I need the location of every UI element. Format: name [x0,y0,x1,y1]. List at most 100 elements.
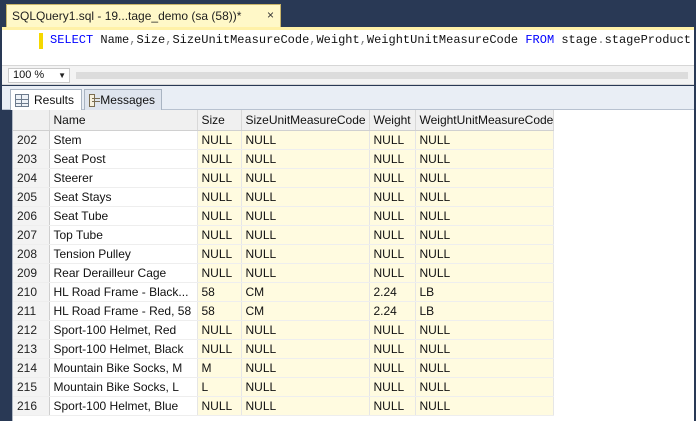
table-cell[interactable]: NULL [241,225,370,245]
column-header-size[interactable]: Size [197,110,242,131]
table-cell[interactable]: Seat Stays [49,187,198,207]
table-cell[interactable]: NULL [369,396,416,416]
table-row[interactable]: 210 HL Road Frame - Black... 58 CM 2.24 LB [13,282,555,302]
table-row[interactable]: 208 Tension Pulley NULL NULL NULL NULL [13,244,555,264]
table-cell[interactable]: NULL [369,339,416,359]
table-cell[interactable]: Steerer [49,168,198,188]
table-cell[interactable]: 58 [197,282,242,302]
table-cell[interactable]: LB [415,301,555,321]
table-cell[interactable]: NULL [369,244,416,264]
row-number[interactable]: 205 [13,187,50,207]
table-row[interactable]: 211 HL Road Frame - Red, 58 58 CM 2.24 LB [13,301,555,321]
row-number[interactable]: 203 [13,149,50,169]
column-header-name[interactable]: Name [49,110,198,131]
table-cell[interactable]: NULL [241,320,370,340]
table-row[interactable]: 214 Mountain Bike Socks, M M NULL NULL NULL [13,358,555,378]
table-cell[interactable]: NULL [241,168,370,188]
close-icon[interactable]: × [267,8,274,22]
table-cell[interactable]: NULL [241,206,370,226]
column-header-weight[interactable]: Weight [369,110,416,131]
row-number[interactable]: 207 [13,225,50,245]
table-cell[interactable]: HL Road Frame - Black... [49,282,198,302]
column-header-sizeunitmeasurecode[interactable]: SizeUnitMeasureCode [241,110,370,131]
table-cell[interactable]: NULL [415,149,555,169]
table-cell[interactable]: NULL [415,263,555,283]
dropdown-arrow-icon[interactable]: ▼ [58,69,66,82]
row-number[interactable]: 206 [13,206,50,226]
table-cell[interactable]: Rear Derailleur Cage [49,263,198,283]
table-cell[interactable]: NULL [369,225,416,245]
row-number[interactable]: 204 [13,168,50,188]
table-cell[interactable]: NULL [415,396,555,416]
query-editor[interactable]: SELECT Name,Size,SizeUnitMeasureCode,Wei… [2,27,694,65]
row-number[interactable]: 208 [13,244,50,264]
table-cell[interactable]: NULL [241,377,370,397]
table-cell[interactable]: NULL [415,244,555,264]
table-cell[interactable]: Top Tube [49,225,198,245]
table-cell[interactable]: NULL [369,377,416,397]
row-number[interactable]: 209 [13,263,50,283]
table-row[interactable]: 209 Rear Derailleur Cage NULL NULL NULL NULL [13,263,555,283]
row-number[interactable]: 216 [13,396,50,416]
row-number[interactable]: 212 [13,320,50,340]
row-number[interactable]: 213 [13,339,50,359]
table-cell[interactable]: NULL [415,358,555,378]
table-row[interactable]: 203 Seat Post NULL NULL NULL NULL [13,149,555,169]
table-cell[interactable]: NULL [369,320,416,340]
table-cell[interactable]: NULL [415,130,555,150]
row-number-header[interactable] [13,110,50,131]
table-cell[interactable]: CM [241,301,370,321]
table-cell[interactable]: Seat Post [49,149,198,169]
table-cell[interactable]: NULL [197,263,242,283]
table-cell[interactable]: NULL [197,396,242,416]
table-cell[interactable]: NULL [415,168,555,188]
table-cell[interactable]: NULL [369,149,416,169]
table-row[interactable]: 202 Stem NULL NULL NULL NULL [13,130,555,150]
column-header-weightunitmeasurecode[interactable]: WeightUnitMeasureCode [415,110,555,131]
table-cell[interactable]: NULL [197,149,242,169]
row-number[interactable]: 215 [13,377,50,397]
table-cell[interactable]: Sport-100 Helmet, Blue [49,396,198,416]
table-cell[interactable]: NULL [415,377,555,397]
table-cell[interactable]: Mountain Bike Socks, L [49,377,198,397]
table-cell[interactable]: NULL [241,244,370,264]
row-number[interactable]: 214 [13,358,50,378]
tab-messages[interactable]: Messages [84,89,162,110]
table-cell[interactable]: NULL [197,244,242,264]
table-cell[interactable]: NULL [369,358,416,378]
table-cell[interactable]: NULL [197,206,242,226]
table-row[interactable]: 216 Sport-100 Helmet, Blue NULL NULL NULL NUL… [13,396,555,416]
table-cell[interactable]: Tension Pulley [49,244,198,264]
table-cell[interactable]: NULL [241,358,370,378]
table-cell[interactable]: CM [241,282,370,302]
table-row[interactable]: 205 Seat Stays NULL NULL NULL NULL [13,187,555,207]
table-cell[interactable]: LB [415,282,555,302]
zoom-dropdown[interactable]: 100 % ▼ [8,68,70,83]
table-cell[interactable]: NULL [197,339,242,359]
table-cell[interactable]: M [197,358,242,378]
table-cell[interactable]: NULL [369,187,416,207]
sql-line[interactable]: SELECT Name,Size,SizeUnitMeasureCode,Wei… [50,33,691,48]
table-cell[interactable]: 58 [197,301,242,321]
horizontal-scrollbar[interactable] [76,72,688,79]
table-cell[interactable]: Seat Tube [49,206,198,226]
table-cell[interactable]: NULL [241,130,370,150]
table-cell[interactable]: NULL [241,396,370,416]
table-cell[interactable]: NULL [415,339,555,359]
table-cell[interactable]: Mountain Bike Socks, M [49,358,198,378]
table-row[interactable]: 207 Top Tube NULL NULL NULL NULL [13,225,555,245]
row-number[interactable]: 210 [13,282,50,302]
table-cell[interactable]: NULL [241,187,370,207]
table-cell[interactable]: NULL [197,225,242,245]
table-row[interactable]: 212 Sport-100 Helmet, Red NULL NULL NULL NULL [13,320,555,340]
table-cell[interactable]: NULL [415,320,555,340]
table-cell[interactable]: NULL [369,130,416,150]
results-grid[interactable]: Name Size SizeUnitMeasureCode Weight Wei… [12,110,694,421]
row-number[interactable]: 211 [13,301,50,321]
table-cell[interactable]: L [197,377,242,397]
table-cell[interactable]: NULL [415,187,555,207]
table-cell[interactable]: NULL [197,320,242,340]
table-cell[interactable]: NULL [415,225,555,245]
document-tab[interactable]: SQLQuery1.sql - 19...tage_demo (sa (58))… [6,4,281,27]
table-cell[interactable]: NULL [197,130,242,150]
